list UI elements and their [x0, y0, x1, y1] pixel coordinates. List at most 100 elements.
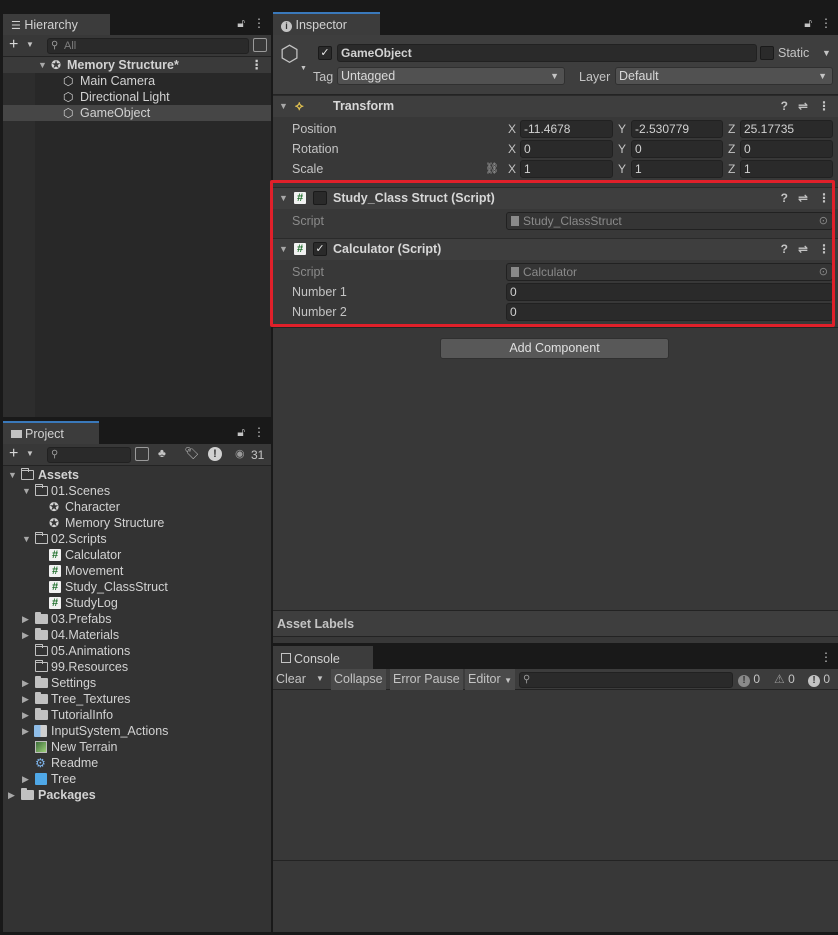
eye-icon[interactable]: ◉	[235, 447, 245, 460]
chevron-down-icon[interactable]: ▼	[26, 449, 34, 458]
tree-item-folder[interactable]: ▶ 03.Prefabs	[3, 611, 271, 627]
search-icon: ⚲	[51, 40, 59, 51]
position-y-field[interactable]: -2.530779	[631, 120, 723, 138]
lock-icon[interactable]: 🔓︎	[237, 16, 245, 31]
tree-item-input-actions[interactable]: ▶ InputSystem_Actions	[3, 723, 271, 739]
tree-item-scene[interactable]: ✪ Character	[3, 499, 271, 515]
expand-arrow-icon[interactable]: ▼	[22, 483, 31, 499]
expand-arrow-icon[interactable]: ▶	[22, 707, 29, 723]
asset-labels-bar[interactable]: Asset Labels	[273, 610, 838, 637]
expand-arrow-icon[interactable]: ▶	[22, 611, 29, 627]
expand-arrow-icon[interactable]: ▼	[38, 57, 47, 73]
tree-item-scene[interactable]: ✪ Memory Structure	[3, 515, 271, 531]
expand-arrow-icon[interactable]: ▶	[22, 691, 29, 707]
hierarchy-item-selected[interactable]: ⬡ GameObject	[3, 105, 271, 121]
hierarchy-item[interactable]: ⬡ Main Camera	[3, 73, 271, 89]
tag-dropdown[interactable]: Untagged ▼	[337, 67, 565, 85]
tab-project[interactable]: Project	[3, 421, 99, 444]
filter-by-type-icon[interactable]: ♣	[158, 446, 166, 460]
gameobject-cube-icon[interactable]: ⬡	[280, 41, 299, 67]
position-z-field[interactable]: 25.17735	[740, 120, 833, 138]
tree-item-folder[interactable]: ▶ Tree_Textures	[3, 691, 271, 707]
axis-y-label: Y	[618, 162, 627, 176]
search-scene-icon[interactable]	[253, 38, 267, 52]
layer-dropdown[interactable]: Default ▼	[615, 67, 833, 85]
tree-item-scenes[interactable]: ▼ 01.Scenes	[3, 483, 271, 499]
tree-item-folder[interactable]: ▶ TutorialInfo	[3, 707, 271, 723]
hierarchy-search-input[interactable]: ⚲ All	[47, 38, 249, 54]
project-search-input[interactable]: ⚲	[47, 447, 131, 463]
expand-arrow-icon[interactable]: ▶	[22, 675, 29, 691]
object-name-field[interactable]: GameObject	[337, 44, 757, 62]
filter-by-label-icon[interactable]: 🏷︎	[184, 446, 199, 460]
expand-arrow-icon[interactable]: ▶	[22, 627, 29, 643]
constrain-proportions-icon[interactable]: ⛓︎	[485, 162, 499, 175]
presets-icon[interactable]: ⇌	[798, 99, 808, 113]
kebab-menu-icon[interactable]: ⋮	[820, 650, 832, 664]
chevron-down-icon[interactable]: ▼	[300, 65, 307, 72]
tree-item-folder[interactable]: 05.Animations	[3, 643, 271, 659]
transform-header[interactable]: ▼ ⟡ Transform ? ⇌ ⋮	[273, 95, 838, 117]
tree-item-tree-prefab[interactable]: ▶ Tree	[3, 771, 271, 787]
add-icon[interactable]: +	[9, 36, 18, 54]
filter-error-icon[interactable]: !	[208, 447, 222, 461]
expand-arrow-icon[interactable]: ▶	[22, 771, 29, 787]
static-dropdown-icon[interactable]: ▼	[822, 48, 831, 58]
scale-z-field[interactable]: 1	[740, 160, 833, 178]
expand-arrow-icon[interactable]: ▶	[22, 723, 29, 739]
warning-icon: ⚠	[774, 672, 785, 686]
clear-button[interactable]: Clear	[276, 672, 306, 686]
tree-item-terrain[interactable]: New Terrain	[3, 739, 271, 755]
help-icon[interactable]: ?	[781, 99, 788, 113]
tree-item-scripts[interactable]: ▼ 02.Scripts	[3, 531, 271, 547]
kebab-menu-icon[interactable]: ⋮	[818, 99, 830, 113]
active-checkbox[interactable]: ✓	[318, 46, 332, 60]
position-x-field[interactable]: -11.4678	[520, 120, 613, 138]
rotation-y-field[interactable]: 0	[631, 140, 723, 158]
expand-arrow-icon[interactable]: ▼	[22, 531, 31, 547]
lock-icon[interactable]: 🔓︎	[237, 425, 245, 440]
error-pause-button[interactable]: Error Pause	[390, 669, 463, 690]
warning-toggle[interactable]: ⚠ 0	[774, 672, 795, 686]
tree-item-folder[interactable]: ▶ 04.Materials	[3, 627, 271, 643]
expand-arrow-icon[interactable]: ▼	[8, 467, 17, 483]
collapse-arrow-icon[interactable]: ▼	[279, 101, 288, 111]
rotation-x-field[interactable]: 0	[520, 140, 613, 158]
kebab-menu-icon[interactable]: ⋮	[253, 16, 265, 31]
rotation-z-field[interactable]: 0	[740, 140, 833, 158]
folder-icon	[11, 430, 22, 438]
log-toggle[interactable]: ! 0	[738, 672, 760, 687]
scene-row[interactable]: ▼ ✪ Memory Structure* ⋮	[3, 57, 271, 73]
chevron-down-icon[interactable]: ▼	[26, 40, 34, 49]
tab-inspector[interactable]: i Inspector	[273, 12, 380, 35]
tree-item-script[interactable]: # Calculator	[3, 547, 271, 563]
tree-item-packages[interactable]: ▶ Packages	[3, 787, 271, 803]
tree-item-script[interactable]: # Study_ClassStruct	[3, 579, 271, 595]
lock-icon[interactable]: 🔓︎	[804, 16, 812, 31]
tab-console[interactable]: Console	[273, 646, 373, 669]
expand-arrow-icon[interactable]: ▶	[8, 787, 15, 803]
add-icon[interactable]: +	[9, 445, 18, 463]
tree-item-script[interactable]: # StudyLog	[3, 595, 271, 611]
tree-item-readme[interactable]: ⚙ Readme	[3, 755, 271, 771]
tree-item-folder[interactable]: ▶ Settings	[3, 675, 271, 691]
add-component-button[interactable]: Add Component	[440, 338, 669, 359]
static-checkbox[interactable]	[760, 46, 774, 60]
tree-item-assets[interactable]: ▼ Assets	[3, 467, 271, 483]
scale-x-field[interactable]: 1	[520, 160, 613, 178]
tree-item-folder[interactable]: 99.Resources	[3, 659, 271, 675]
clear-options-dropdown-icon[interactable]: ▼	[316, 674, 324, 683]
console-search-input[interactable]: ⚲	[519, 672, 733, 688]
hierarchy-item[interactable]: ⬡ Directional Light	[3, 89, 271, 105]
collapse-button[interactable]: Collapse	[331, 669, 386, 690]
error-toggle[interactable]: ! 0	[808, 672, 830, 687]
kebab-menu-icon[interactable]: ⋮	[251, 57, 264, 73]
axis-x-label: X	[508, 162, 517, 176]
tab-hierarchy[interactable]: ☰ Hierarchy	[3, 12, 110, 35]
editor-dropdown[interactable]: Editor ▼	[465, 669, 516, 690]
kebab-menu-icon[interactable]: ⋮	[253, 425, 265, 440]
kebab-menu-icon[interactable]: ⋮	[820, 16, 832, 31]
search-filter-icon[interactable]	[135, 447, 149, 461]
scale-y-field[interactable]: 1	[631, 160, 723, 178]
tree-item-script[interactable]: # Movement	[3, 563, 271, 579]
